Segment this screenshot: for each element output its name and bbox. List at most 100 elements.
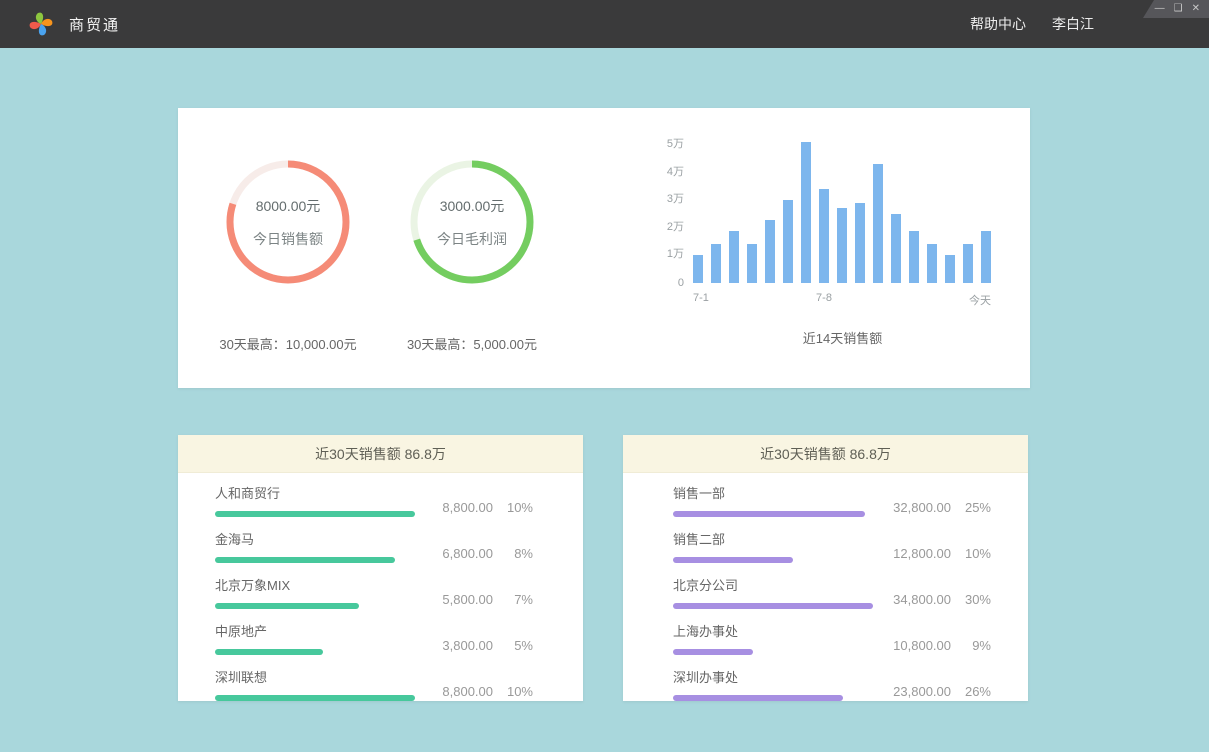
chart-bar bbox=[729, 231, 739, 283]
maximize-icon[interactable]: ❑ bbox=[1174, 4, 1183, 14]
today-sales-max: 30天最高：10,000.00元 bbox=[196, 334, 380, 353]
list-item-percent: 26% bbox=[961, 684, 991, 699]
list-item: 销售一部 32,800.00 25% bbox=[673, 483, 991, 517]
chart-bar bbox=[981, 231, 991, 283]
chart-bar bbox=[927, 244, 937, 283]
today-profit-label: 今日毛利润 bbox=[437, 229, 507, 249]
list-item-value: 12,800.00 bbox=[883, 546, 951, 561]
progress-bar-fill bbox=[215, 603, 359, 609]
customer-sales-card-title: 近30天销售额 86.8万 bbox=[178, 435, 583, 473]
department-sales-list: 销售一部 32,800.00 25% 销售二部 12,800.00 10% 北京分公司 34,… bbox=[623, 473, 1028, 701]
minimize-icon[interactable]: — bbox=[1155, 4, 1165, 14]
list-item: 上海办事处10,800.009% bbox=[673, 621, 991, 655]
chart-bar bbox=[747, 244, 757, 283]
chart-bar bbox=[711, 244, 721, 283]
list-item-percent: 7% bbox=[503, 592, 533, 607]
summary-card: 8000.00元 今日销售额 30天最高：10,000.00元 3000.00元… bbox=[178, 108, 1030, 388]
list-item-percent: 9% bbox=[961, 638, 991, 653]
list-item: 人和商贸行8,800.0010% bbox=[215, 483, 533, 517]
x-tick-first: 7-1 bbox=[693, 292, 709, 304]
list-item-percent: 5% bbox=[503, 638, 533, 653]
list-item-label: 中原地产 bbox=[215, 621, 415, 640]
progress-bar bbox=[673, 557, 873, 563]
chart-bars bbox=[693, 131, 991, 283]
list-item-percent: 30% bbox=[961, 592, 991, 607]
list-item-label: 金海马 bbox=[215, 529, 415, 548]
progress-bar-fill bbox=[673, 649, 753, 655]
progress-bar-fill bbox=[673, 695, 843, 701]
list-item: 中原地产 3,800.00 5% bbox=[215, 621, 533, 655]
chart-bar bbox=[909, 231, 919, 283]
progress-bar bbox=[673, 649, 873, 655]
app-title: 商贸通 bbox=[69, 14, 120, 35]
list-item-percent: 10% bbox=[503, 500, 533, 515]
y-tick: 1万 bbox=[667, 245, 684, 261]
list-item-value: 32,800.00 bbox=[883, 500, 951, 515]
chart-bar bbox=[819, 189, 829, 283]
chart-bar bbox=[801, 142, 811, 283]
progress-bar bbox=[215, 557, 415, 563]
list-item-value: 3,800.00 bbox=[425, 638, 493, 653]
y-tick: 4万 bbox=[667, 163, 684, 179]
progress-bar-fill bbox=[215, 511, 415, 517]
chart-bar bbox=[891, 214, 901, 283]
progress-bar bbox=[215, 603, 415, 609]
list-item-label: 销售一部 bbox=[673, 483, 873, 502]
close-icon[interactable]: ✕ bbox=[1192, 4, 1200, 14]
list-item-percent: 10% bbox=[961, 546, 991, 561]
list-item: 北京万象MIX 5,800.00 7% bbox=[215, 575, 533, 609]
chart-bar bbox=[693, 255, 703, 283]
list-item-label: 北京万象MIX bbox=[215, 575, 415, 594]
y-tick: 2万 bbox=[667, 218, 684, 234]
list-item-value: 10,800.00 bbox=[883, 638, 951, 653]
progress-bar bbox=[215, 649, 415, 655]
sales-14d-chart: 5万4万3万2万1万0 7-1 7-8 今天 近14天销售额 bbox=[656, 108, 992, 388]
x-tick-last: 今天 bbox=[969, 292, 991, 308]
today-profit-value: 3000.00元 bbox=[440, 196, 505, 216]
list-item-percent: 25% bbox=[961, 500, 991, 515]
list-item-value: 8,800.00 bbox=[425, 684, 493, 699]
chart-y-axis: 5万4万3万2万1万0 bbox=[656, 131, 684, 283]
chart-bar bbox=[945, 255, 955, 283]
help-center-link[interactable]: 帮助中心 bbox=[970, 14, 1026, 34]
progress-bar-fill bbox=[215, 695, 415, 701]
list-item: 销售二部 12,800.00 10% bbox=[673, 529, 991, 563]
list-item-value: 5,800.00 bbox=[425, 592, 493, 607]
progress-bar-fill bbox=[215, 557, 395, 563]
list-item-percent: 10% bbox=[503, 684, 533, 699]
chart-bar bbox=[873, 164, 883, 283]
chart-bar bbox=[765, 220, 775, 283]
chart-bar bbox=[855, 203, 865, 283]
today-sales-value: 8000.00元 bbox=[256, 196, 321, 216]
list-item-label: 深圳办事处 bbox=[673, 667, 873, 686]
today-sales-gauge: 8000.00元 今日销售额 30天最高：10,000.00元 bbox=[196, 108, 380, 388]
list-item: 金海马6,800.008% bbox=[215, 529, 533, 563]
chart-bar bbox=[837, 208, 847, 283]
list-item-label: 人和商贸行 bbox=[215, 483, 415, 502]
x-tick-mid: 7-8 bbox=[816, 292, 832, 304]
progress-bar bbox=[215, 511, 415, 517]
list-item-label: 深圳联想 bbox=[215, 667, 415, 686]
today-sales-label: 今日销售额 bbox=[253, 229, 323, 249]
window-controls: — ❑ ✕ bbox=[1143, 0, 1209, 18]
list-item-label: 销售二部 bbox=[673, 529, 873, 548]
chart-x-axis: 7-1 7-8 今天 bbox=[693, 292, 991, 306]
progress-bar bbox=[215, 695, 415, 701]
list-item-label: 北京分公司 bbox=[673, 575, 873, 594]
chart-bar bbox=[963, 244, 973, 283]
chart-bar bbox=[783, 200, 793, 283]
today-profit-gauge: 3000.00元 今日毛利润 30天最高：5,000.00元 bbox=[380, 108, 564, 388]
logo-pinwheel-icon bbox=[28, 11, 54, 37]
customer-sales-list: 人和商贸行8,800.0010%金海马6,800.008%北京万象MIX5,80… bbox=[178, 473, 583, 701]
list-item-value: 34,800.00 bbox=[883, 592, 951, 607]
today-profit-max: 30天最高：5,000.00元 bbox=[380, 334, 564, 353]
customer-sales-card: 近30天销售额 86.8万 人和商贸行8,800.0010%金海马6,800.0… bbox=[178, 435, 583, 701]
chart-title: 近14天销售额 bbox=[656, 328, 992, 347]
app-header: 商贸通 帮助中心 李白江 — ❑ ✕ bbox=[0, 0, 1209, 48]
progress-bar-fill bbox=[673, 557, 793, 563]
username-menu[interactable]: 李白江 bbox=[1052, 14, 1094, 34]
progress-bar-fill bbox=[215, 649, 323, 655]
list-item-value: 23,800.00 bbox=[883, 684, 951, 699]
list-item: 深圳办事处 23,800.00 26% bbox=[673, 667, 991, 701]
progress-bar bbox=[673, 695, 873, 701]
